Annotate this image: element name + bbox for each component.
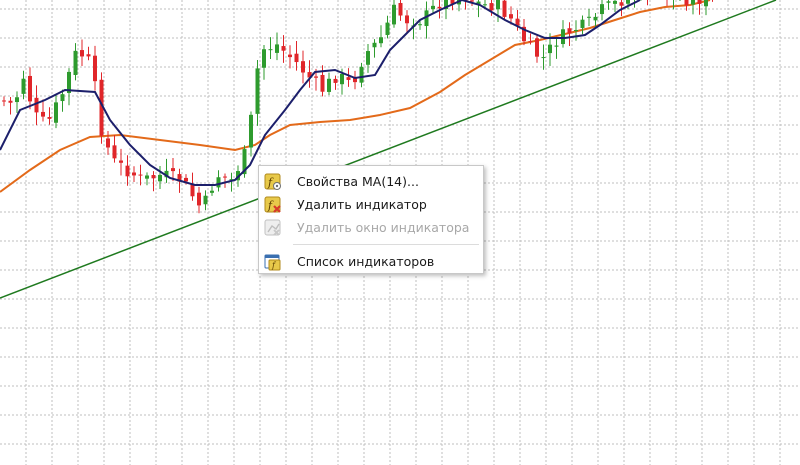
candle-body xyxy=(54,102,58,123)
menu-item-label: Удалить индикатор xyxy=(297,197,427,212)
candle-body xyxy=(73,50,78,75)
candle-body xyxy=(203,195,208,205)
candle-body xyxy=(314,76,318,78)
candle-body xyxy=(366,51,370,65)
candle-body xyxy=(132,172,136,176)
candle-body xyxy=(528,41,533,43)
candle-body xyxy=(119,160,123,163)
candle-body xyxy=(613,0,617,4)
menu-separator xyxy=(293,244,479,245)
menu-item-label: Свойства MA(14)... xyxy=(297,174,419,189)
candle-body xyxy=(21,78,26,94)
candle-body xyxy=(255,68,260,114)
candle-body xyxy=(80,50,84,57)
candle-body xyxy=(2,100,6,102)
candle-body xyxy=(262,49,266,68)
candle-body xyxy=(496,0,500,10)
candle-body xyxy=(288,54,292,58)
candle-body xyxy=(197,192,201,206)
candle-body xyxy=(509,14,513,19)
candle-body xyxy=(379,37,383,44)
candle-body xyxy=(223,176,227,178)
candle-body xyxy=(405,15,409,24)
candle-body xyxy=(184,177,188,182)
candle-body xyxy=(125,165,130,177)
menu-item-delete-indicator[interactable]: f Удалить индикатор xyxy=(259,193,483,216)
slow-moving-average-line[interactable] xyxy=(0,0,711,193)
candle-body xyxy=(320,74,325,92)
candle-body xyxy=(437,6,442,9)
candle-body xyxy=(606,1,611,3)
candle-body xyxy=(372,42,377,48)
fast-moving-average-line[interactable] xyxy=(0,0,641,186)
candle-body xyxy=(567,28,572,34)
candle-body xyxy=(587,16,591,18)
candle-body xyxy=(359,66,364,83)
candle-body xyxy=(106,138,110,148)
menu-item-label: Удалить окно индикатора xyxy=(297,220,470,235)
candle-body xyxy=(171,168,175,172)
candle-body xyxy=(580,19,585,28)
candle-body xyxy=(697,0,702,4)
candle-body xyxy=(216,177,221,188)
candle-body xyxy=(333,78,338,83)
candle-body xyxy=(138,174,143,176)
candle-body xyxy=(392,4,396,25)
candle-body xyxy=(249,114,253,148)
candle-body xyxy=(145,175,149,179)
candle-body xyxy=(502,0,507,17)
candle-body xyxy=(541,57,546,59)
candle-body xyxy=(574,30,578,32)
indicator-context-menu: f Свойства MA(14)... f Удалить индикатор… xyxy=(258,165,484,274)
candle-body xyxy=(704,0,708,7)
candle-body xyxy=(158,174,162,182)
candle-body xyxy=(281,46,286,51)
candle-body xyxy=(60,94,65,102)
candle-body xyxy=(561,29,565,45)
menu-item-indicator-properties[interactable]: f Свойства MA(14)... xyxy=(259,170,483,193)
menu-item-indicator-list[interactable]: f Список индикаторов xyxy=(259,250,483,273)
menu-item-label: Список индикаторов xyxy=(297,254,435,269)
indicator-properties-icon: f xyxy=(264,173,282,191)
candle-body xyxy=(418,24,422,26)
candle-body xyxy=(190,184,195,197)
delete-indicator-window-icon xyxy=(264,219,282,237)
candle-body xyxy=(47,117,52,119)
candle-body xyxy=(327,78,331,92)
candle-body xyxy=(593,16,598,21)
candle-body xyxy=(385,22,390,36)
candle-body xyxy=(112,145,117,159)
candle-body xyxy=(340,73,344,85)
candle-body xyxy=(86,54,91,57)
candle-body xyxy=(294,53,299,63)
candle-body xyxy=(398,3,403,16)
candle-body xyxy=(626,0,630,4)
candle-body xyxy=(34,97,39,113)
candle-body xyxy=(431,5,435,10)
candle-body xyxy=(41,111,45,117)
candle-body xyxy=(483,4,487,6)
candle-body xyxy=(210,190,214,193)
candle-body xyxy=(691,0,695,5)
candle-body xyxy=(535,38,539,57)
candle-body xyxy=(275,44,279,53)
candle-body xyxy=(8,100,13,103)
candle-body xyxy=(554,45,559,47)
candle-body xyxy=(548,44,552,54)
candle-body xyxy=(600,4,604,15)
indicator-list-icon: f xyxy=(264,253,282,271)
delete-indicator-icon: f xyxy=(264,196,282,214)
candle-body xyxy=(93,55,97,82)
candle-body xyxy=(151,175,156,179)
candle-body xyxy=(268,49,273,51)
candle-body xyxy=(489,3,494,11)
candle-body xyxy=(684,0,689,6)
candle-body xyxy=(301,61,305,73)
candle-body xyxy=(619,2,624,6)
menu-item-delete-indicator-window[interactable]: Удалить окно индикатора xyxy=(259,216,483,239)
candle-body xyxy=(346,77,351,80)
candle-body xyxy=(28,75,32,102)
candle-body xyxy=(15,97,19,103)
